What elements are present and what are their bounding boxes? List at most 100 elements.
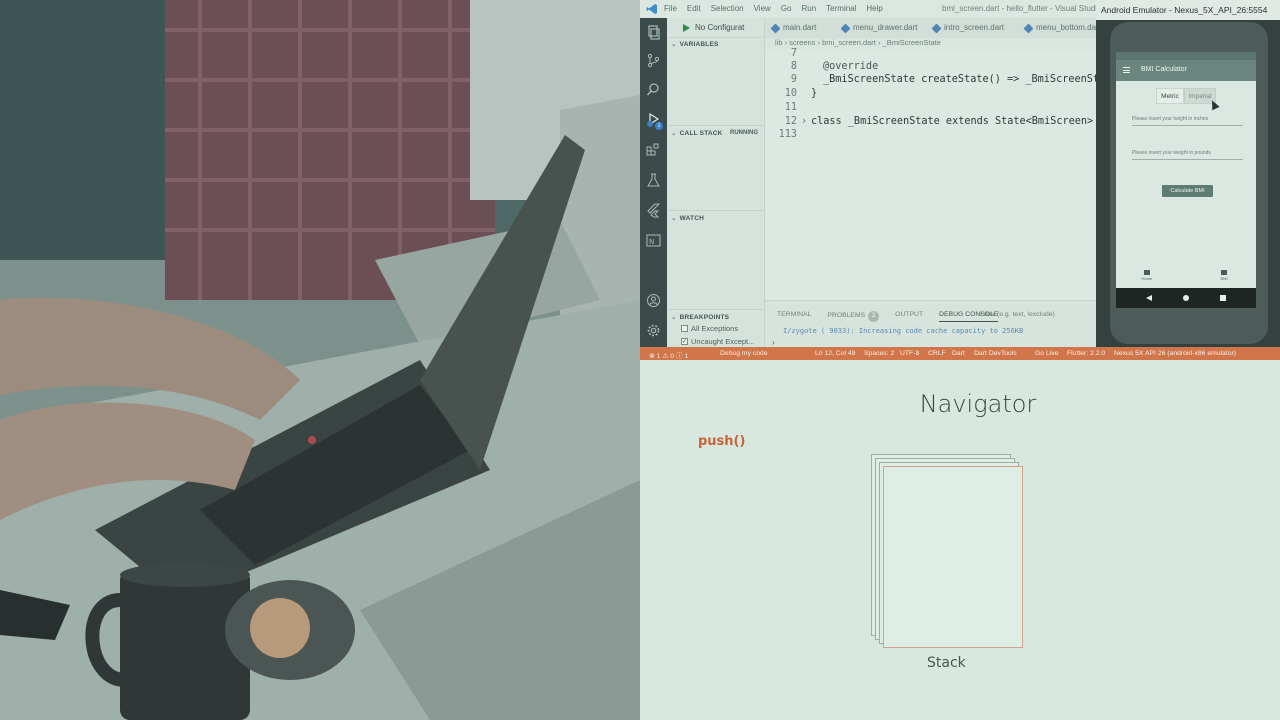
home-button-icon[interactable] (1183, 295, 1189, 301)
flutter-version-status[interactable]: Flutter: 2.2.0 (1067, 350, 1105, 357)
breadcrumb[interactable]: lib › screens › bmi_screen.dart › _BmiSc… (765, 38, 1096, 50)
dart-file-icon (770, 23, 781, 34)
vscode-status-bar: ⊗ 1 ⚠ 0 ⓘ 1 Debug my code Ln 12, Col 49 … (640, 347, 1280, 360)
call-stack-section[interactable]: ⌄ CALL STACK (671, 129, 723, 137)
editor-tabs: main.dart menu_drawer.dart intro_screen.… (765, 18, 1101, 38)
settings-gear-icon[interactable] (646, 323, 661, 338)
back-icon[interactable] (1146, 295, 1152, 301)
calculate-bmi-button[interactable]: Calculate BMI (1162, 185, 1213, 197)
problems-status[interactable]: ⊗ 1 ⚠ 0 ⓘ 1 (649, 350, 688, 360)
weight-input[interactable]: Please insert your weight in pounds (1132, 150, 1243, 160)
remote-icon[interactable]: N (646, 233, 661, 248)
fold-chevron-icon[interactable]: › (801, 116, 807, 127)
code-text: @override (823, 61, 878, 72)
menu-edit[interactable]: Edit (687, 4, 701, 13)
console-output-line: I/zygote ( 9033): Increasing code cache … (783, 327, 1024, 335)
dart-file-icon (1023, 23, 1034, 34)
slide-area: Navigator push() Stack (640, 360, 1280, 720)
run-toolbar: No Configurat (667, 18, 765, 38)
line-number: 10 (784, 88, 797, 99)
flutter-icon[interactable] (646, 203, 661, 218)
line-number: 11 (784, 102, 797, 113)
debug-sidebar: No Configurat ⌄ VARIABLES ⌄ CALL STACK RUN… (667, 18, 765, 347)
code-editor[interactable]: 7 8 @override 9 _BmiScreenState createStat… (765, 48, 1117, 300)
start-debug-icon[interactable] (683, 24, 690, 32)
explorer-icon[interactable] (646, 25, 661, 40)
app-bar: BMI Calculator (1116, 60, 1256, 81)
tab-menu-drawer-dart[interactable]: menu_drawer.dart (839, 18, 917, 38)
activity-bar: N 1 (640, 18, 667, 347)
device-status[interactable]: Nexus 5X API 26 (android-x86 emulator) (1114, 350, 1236, 357)
stack-page-top (883, 466, 1023, 648)
code-text: } (811, 88, 818, 99)
menu-help[interactable]: Help (866, 4, 882, 13)
watch-section[interactable]: ⌄ WATCH (671, 214, 704, 222)
chevron-down-icon: ⌄ (671, 314, 677, 321)
console-prompt-icon[interactable]: › (772, 338, 775, 347)
dart-file-icon (931, 23, 942, 34)
console-filter-input[interactable]: Filter (e.g. text, !exclude) (980, 311, 1055, 318)
testing-icon[interactable] (646, 173, 661, 188)
tab-intro-screen-dart[interactable]: intro_screen.dart (930, 18, 1004, 38)
stack-label: Stack (927, 655, 966, 671)
menu-terminal[interactable]: Terminal (826, 4, 856, 13)
toggle-metric[interactable]: Metric (1156, 88, 1184, 104)
breakpoint-label: Uncaught Except... (691, 337, 755, 346)
watch-header: WATCH (679, 215, 705, 222)
mouse-cursor-icon (1208, 98, 1220, 111)
devtools-status[interactable]: Dart DevTools (974, 350, 1017, 357)
divider (667, 309, 765, 310)
tab-label: menu_drawer.dart (853, 23, 918, 32)
menu-file[interactable]: File (664, 4, 677, 13)
chevron-down-icon: ⌄ (671, 41, 677, 48)
nav-bmi[interactable]: BMI (1209, 270, 1239, 281)
office-laptop-photo (0, 0, 640, 720)
go-live-status[interactable]: Go Live (1035, 350, 1058, 357)
phone-screen: BMI Calculator Metric Imperial Please in… (1116, 52, 1256, 308)
menu-run[interactable]: Run (801, 4, 816, 13)
breakpoint-uncaught-exceptions[interactable]: ✓ Uncaught Except... (681, 337, 754, 346)
emulator-title: Android Emulator - Nexus_5X_API_26:5554 (1096, 0, 1280, 20)
eol-status[interactable]: CRLF (928, 350, 946, 357)
encoding-status[interactable]: UTF-8 (900, 350, 919, 357)
recents-icon[interactable] (1220, 295, 1226, 301)
line-number: 9 (790, 74, 797, 85)
debug-badge: 1 (655, 122, 663, 130)
debug-status[interactable]: Debug my code (720, 350, 768, 357)
search-icon[interactable] (646, 82, 661, 97)
account-icon[interactable] (646, 293, 661, 308)
nav-label: BMI (1220, 276, 1228, 281)
menu-hamburger-icon[interactable] (1123, 67, 1130, 73)
extensions-icon[interactable] (646, 142, 661, 157)
android-status-bar (1116, 52, 1256, 60)
source-control-icon[interactable] (646, 53, 661, 68)
height-input[interactable]: Please insert your height in inches (1132, 116, 1243, 126)
code-text: _BmiScreenState createState() => _BmiScr… (823, 74, 1118, 85)
checkbox-checked[interactable]: ✓ (681, 338, 688, 345)
running-status: RUNNING (730, 130, 758, 136)
variables-section[interactable]: ⌄ VARIABLES (671, 40, 719, 48)
menu-view[interactable]: View (754, 4, 771, 13)
nav-home[interactable]: Home (1132, 270, 1162, 281)
tab-output[interactable]: OUTPUT (895, 311, 923, 322)
bottom-navigation: Home BMI (1116, 268, 1256, 288)
language-status[interactable]: Dart (952, 350, 965, 357)
indentation-status[interactable]: Spaces: 2 (864, 350, 894, 357)
tab-terminal[interactable]: TERMINAL (777, 311, 811, 322)
cursor-position[interactable]: Ln 12, Col 49 (815, 350, 855, 357)
breakpoints-section[interactable]: ⌄ BREAKPOINTS (671, 313, 729, 321)
tab-menu-bottom-dart[interactable]: menu_bottom.dart (1022, 18, 1101, 38)
checkbox-unchecked[interactable] (681, 325, 688, 332)
breakpoint-all-exceptions[interactable]: All Exceptions (681, 324, 738, 333)
menu-selection[interactable]: Selection (711, 4, 744, 13)
tab-main-dart[interactable]: main.dart (769, 18, 816, 38)
vscode-logo-icon (646, 4, 657, 14)
tab-problems[interactable]: PROBLEMS 2 (827, 311, 880, 322)
app-title: BMI Calculator (1141, 66, 1187, 73)
tab-label: PROBLEMS (827, 312, 866, 319)
menu-go[interactable]: Go (781, 4, 792, 13)
slide-title: Navigator (919, 390, 1037, 418)
android-nav-bar (1116, 288, 1256, 308)
launch-config-select[interactable]: No Configurat (695, 23, 744, 32)
dart-file-icon (840, 23, 851, 34)
